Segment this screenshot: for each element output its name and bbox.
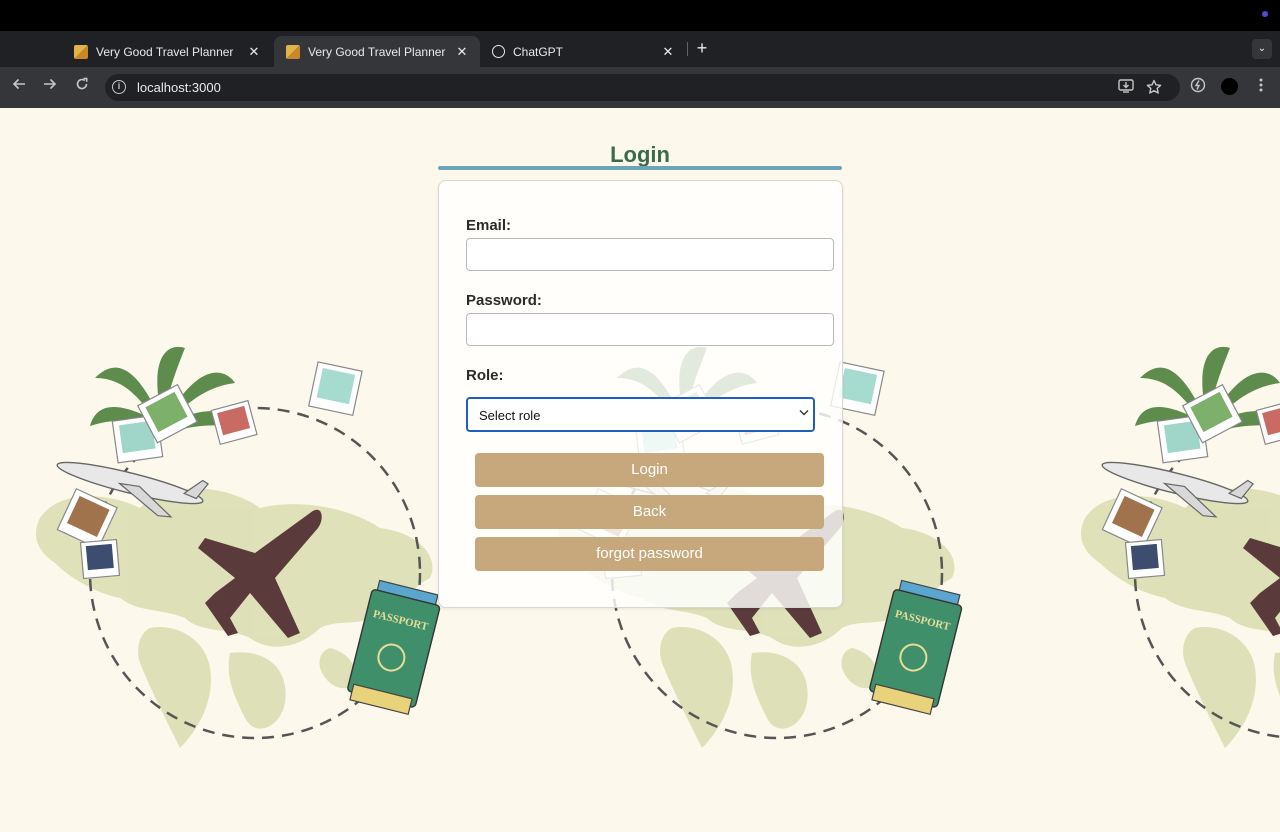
role-select[interactable]: Select role: [466, 397, 815, 432]
back-arrow-icon[interactable]: [8, 76, 30, 98]
install-app-icon[interactable]: [1117, 79, 1135, 97]
tab-close-icon[interactable]: ✕: [454, 44, 470, 60]
title-underline: [438, 166, 842, 170]
travel-planner-favicon-icon: [74, 44, 88, 59]
role-select-value: Select role: [479, 408, 541, 423]
page-viewport: PASSPORT Login Email: Password: Role: Se…: [0, 108, 1280, 832]
info-icon[interactable]: i: [112, 80, 126, 94]
new-tab-button[interactable]: +: [692, 38, 712, 60]
email-field[interactable]: [466, 238, 834, 271]
browser-toolbar: i localhost:3000: [0, 67, 1280, 108]
tab-separator: [687, 42, 688, 56]
chevron-down-icon: [799, 408, 809, 419]
tab-close-icon[interactable]: ✕: [660, 44, 676, 60]
tab-search-chevron-icon[interactable]: ⌄: [1252, 39, 1272, 59]
more-menu-icon[interactable]: [1251, 77, 1271, 97]
role-label: Role:: [466, 367, 504, 384]
forgot-password-button[interactable]: forgot password: [475, 537, 824, 571]
window-top-bar: [0, 0, 1280, 31]
tab-title: ChatGPT: [513, 44, 564, 59]
travel-planner-favicon-icon: [286, 44, 300, 59]
chatgpt-favicon-icon: [492, 45, 505, 58]
tab-chatgpt[interactable]: ChatGPT ✕: [480, 36, 686, 67]
tab-travel-planner-1[interactable]: Very Good Travel Planner ✕: [62, 36, 272, 67]
bookmark-star-icon[interactable]: [1145, 79, 1163, 97]
password-label: Password:: [466, 292, 542, 309]
profile-avatar[interactable]: [1221, 78, 1238, 95]
back-button[interactable]: Back: [475, 495, 824, 529]
tab-strip: Very Good Travel Planner ✕ Very Good Tra…: [0, 31, 1280, 67]
extension-icon[interactable]: [1188, 77, 1208, 97]
email-label: Email:: [466, 217, 512, 234]
tab-close-icon[interactable]: ✕: [246, 44, 262, 60]
login-button[interactable]: Login: [475, 453, 824, 487]
page-title: Login: [610, 142, 670, 167]
address-bar[interactable]: i localhost:3000: [105, 74, 1180, 101]
recording-indicator: [1262, 11, 1268, 17]
reload-icon[interactable]: [71, 76, 93, 98]
tab-title: Very Good Travel Planner: [96, 44, 234, 59]
forward-arrow-icon[interactable]: [39, 76, 61, 98]
login-form-card: Email: Password: Role: Select role Login…: [438, 180, 843, 608]
url-text[interactable]: localhost:3000: [137, 80, 221, 95]
tab-travel-planner-2[interactable]: Very Good Travel Planner ✕: [274, 36, 480, 67]
tab-title: Very Good Travel Planner: [308, 44, 446, 59]
password-field[interactable]: [466, 313, 834, 346]
